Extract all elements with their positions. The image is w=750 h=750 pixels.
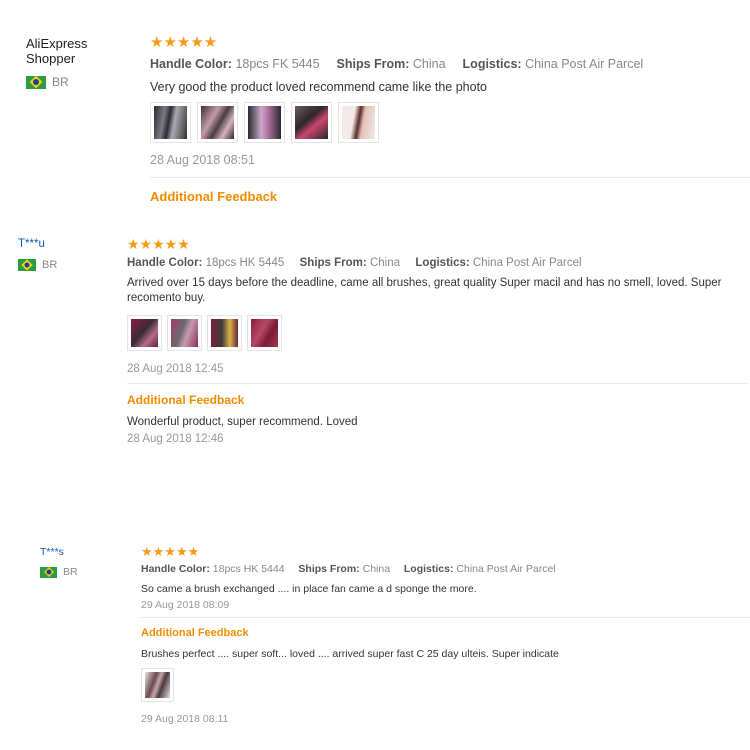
review-photo-thumbnail[interactable] bbox=[207, 315, 242, 351]
reviewer-country: BR bbox=[40, 566, 78, 578]
review-body: ★★★★★ Handle Color: 18pcs HK 5445 Ships … bbox=[127, 237, 747, 445]
brazil-flag-icon bbox=[26, 75, 46, 89]
handle-color-label: Handle Color: bbox=[127, 257, 203, 269]
logistics-value: China Post Air Parcel bbox=[472, 257, 582, 269]
review-date: 29 Aug 2018 08:09 bbox=[141, 599, 230, 611]
review-photos bbox=[150, 102, 750, 143]
review-divider bbox=[141, 617, 750, 618]
handle-color-label: Handle Color: bbox=[150, 57, 232, 71]
ships-from-label: Ships From: bbox=[336, 57, 410, 71]
additional-feedback-heading: Additional Feedback bbox=[150, 189, 278, 204]
review-text: So came a brush exchanged .... in place … bbox=[141, 583, 477, 595]
star-rating: ★★★★★ bbox=[150, 34, 218, 51]
review-photo-thumbnail[interactable] bbox=[247, 315, 282, 351]
logistics-value: China Post Air Parcel bbox=[525, 57, 644, 71]
product-attributes: Handle Color: 18pcs HK 5444 Ships From: … bbox=[141, 563, 750, 575]
review-photo-thumbnail[interactable] bbox=[150, 102, 191, 143]
handle-color-value: 18pcs FK 5445 bbox=[235, 57, 320, 71]
review-date: 28 Aug 2018 08:51 bbox=[150, 153, 255, 167]
review-photo-thumbnail[interactable] bbox=[338, 102, 379, 143]
review-text: Very good the product loved recommend ca… bbox=[150, 80, 488, 94]
handle-color-value: 18pcs HK 5444 bbox=[212, 563, 285, 575]
reviewer-info: T***u BR bbox=[18, 238, 57, 271]
additional-feedback-heading: Additional Feedback bbox=[127, 393, 245, 407]
review-photo-thumbnail[interactable] bbox=[244, 102, 285, 143]
review-photo-thumbnail[interactable] bbox=[197, 102, 238, 143]
additional-feedback-heading: Additional Feedback bbox=[141, 627, 249, 639]
review-body: ★★★★★ Handle Color: 18pcs HK 5444 Ships … bbox=[141, 545, 750, 725]
additional-feedback-date: 29 Aug 2018 08:11 bbox=[141, 713, 229, 725]
logistics-label: Logistics: bbox=[415, 257, 470, 269]
review-date: 28 Aug 2018 12:45 bbox=[127, 363, 224, 375]
country-code: BR bbox=[63, 566, 78, 578]
review-photo-thumbnail[interactable] bbox=[167, 315, 202, 351]
additional-feedback-text: Wonderful product, super recommend. Love… bbox=[127, 416, 358, 428]
handle-color-label: Handle Color: bbox=[141, 563, 210, 575]
star-rating: ★★★★★ bbox=[127, 236, 190, 252]
product-attributes: Handle Color: 18pcs FK 5445 Ships From: … bbox=[150, 57, 750, 71]
star-rating: ★★★★★ bbox=[141, 544, 200, 559]
review-divider bbox=[150, 177, 750, 178]
reviewer-country: BR bbox=[18, 259, 57, 271]
logistics-value: China Post Air Parcel bbox=[456, 563, 556, 575]
reviewer-name[interactable]: T***s bbox=[40, 546, 78, 558]
country-code: BR bbox=[52, 75, 69, 89]
reviewer-name[interactable]: T***u bbox=[18, 238, 57, 250]
ships-from-label: Ships From: bbox=[298, 563, 360, 575]
country-code: BR bbox=[42, 259, 58, 271]
ships-from-value: China bbox=[369, 257, 400, 269]
additional-feedback-date: 28 Aug 2018 12:46 bbox=[127, 433, 224, 445]
reviewer-info: T***s BR bbox=[40, 546, 78, 578]
reviewer-name: AliExpress Shopper bbox=[26, 36, 88, 66]
review-photo-thumbnail[interactable] bbox=[291, 102, 332, 143]
logistics-label: Logistics: bbox=[462, 57, 522, 71]
review-photo-thumbnail[interactable] bbox=[141, 668, 174, 702]
ships-from-value: China bbox=[412, 57, 446, 71]
brazil-flag-icon bbox=[18, 259, 36, 271]
reviewer-info: AliExpress Shopper BR bbox=[26, 36, 87, 89]
reviewer-country: BR bbox=[26, 75, 87, 89]
ships-from-label: Ships From: bbox=[299, 257, 367, 269]
review-divider bbox=[127, 383, 747, 384]
additional-feedback-text: Brushes perfect .... super soft... loved… bbox=[141, 648, 559, 660]
product-attributes: Handle Color: 18pcs HK 5445 Ships From: … bbox=[127, 257, 747, 269]
brazil-flag-icon bbox=[40, 566, 57, 578]
review-photos bbox=[127, 315, 747, 351]
logistics-label: Logistics: bbox=[403, 563, 454, 575]
review-photo-thumbnail[interactable] bbox=[127, 315, 162, 351]
additional-feedback-photos bbox=[141, 668, 750, 702]
ships-from-value: China bbox=[362, 563, 391, 575]
review-text: Arrived over 15 days before the deadline… bbox=[127, 277, 722, 304]
review-body: ★★★★★ Handle Color: 18pcs FK 5445 Ships … bbox=[150, 35, 750, 204]
handle-color-value: 18pcs HK 5445 bbox=[205, 257, 285, 269]
